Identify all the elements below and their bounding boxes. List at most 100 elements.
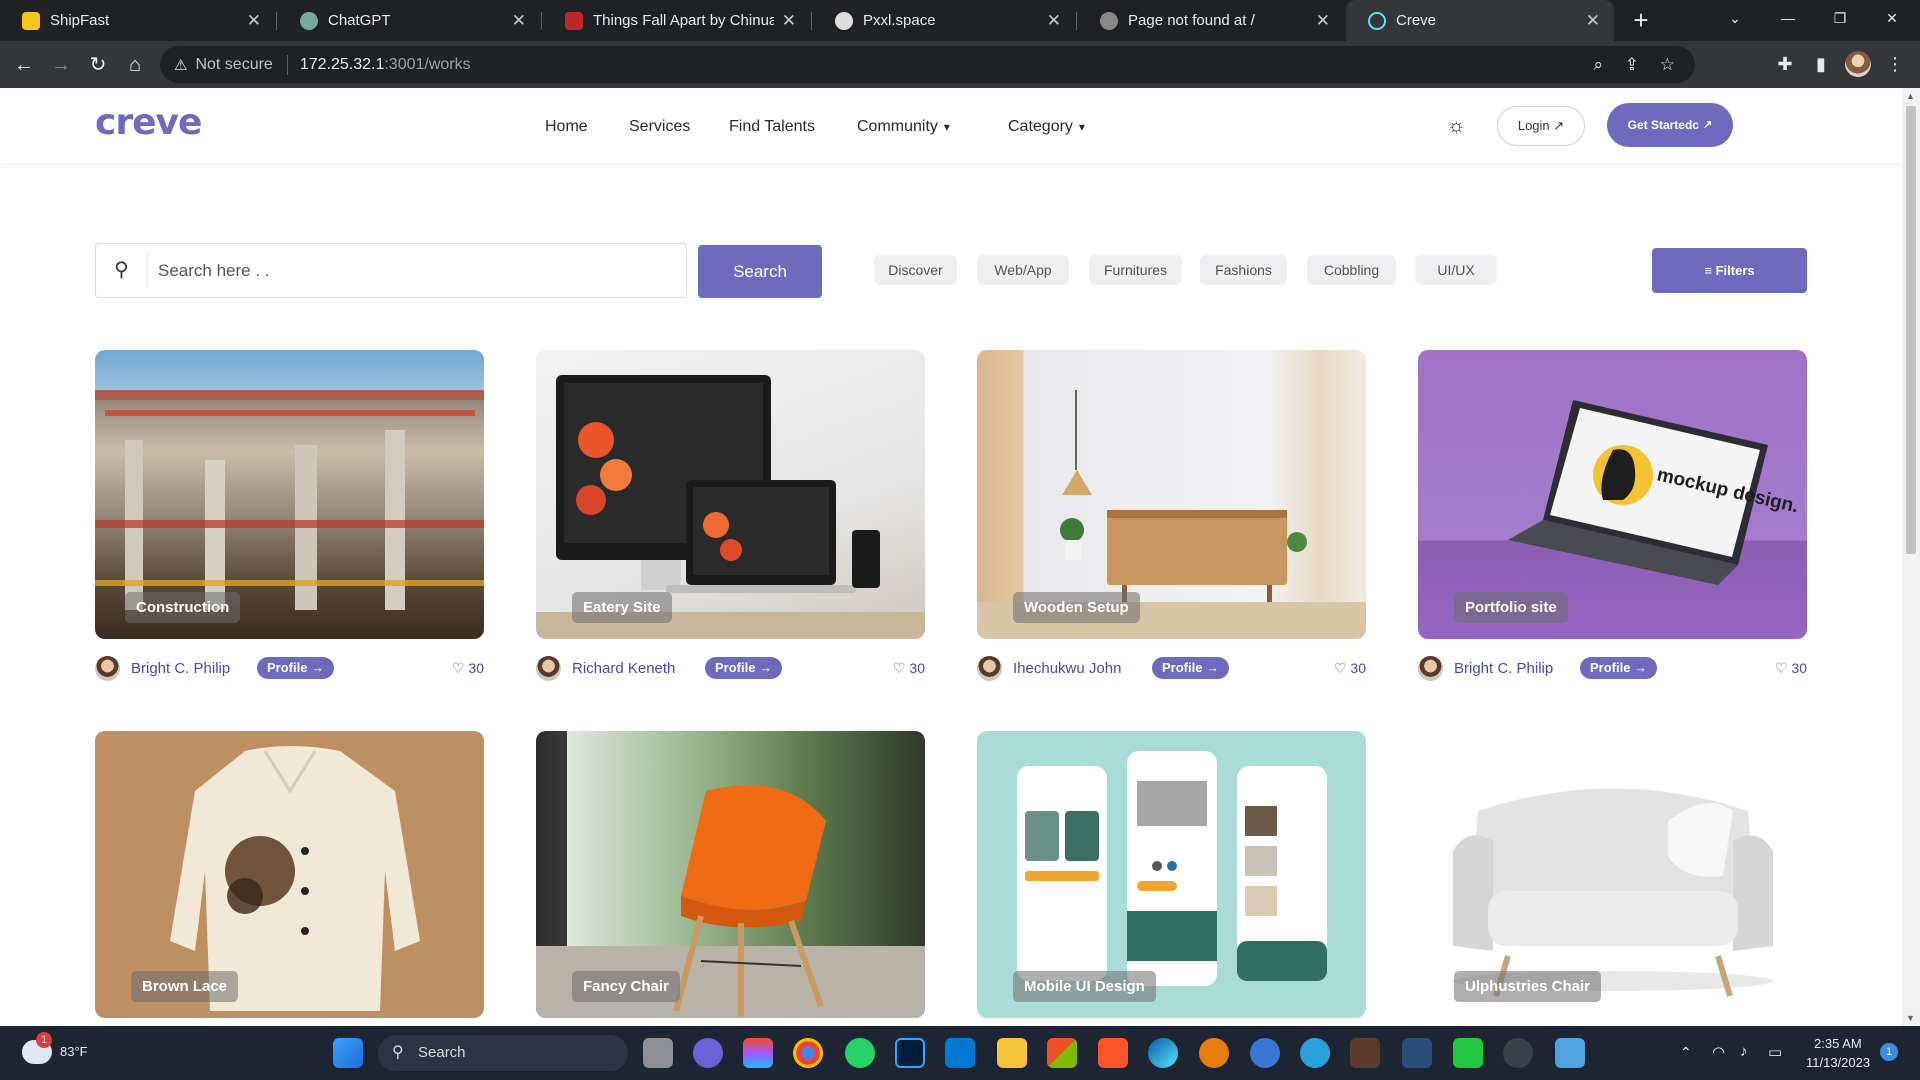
- nav-category[interactable]: Category ▾: [1008, 118, 1085, 136]
- blender-icon[interactable]: [1199, 1038, 1229, 1068]
- creve-logo[interactable]: creve: [95, 102, 202, 143]
- close-tab-icon[interactable]: ✕: [512, 11, 526, 31]
- theme-toggle-sun-icon[interactable]: ☼: [1447, 115, 1465, 138]
- search-input[interactable]: [148, 260, 648, 281]
- page-scrollbar[interactable]: ▲ ▼: [1902, 88, 1920, 1026]
- teams-chat-icon[interactable]: [693, 1038, 723, 1068]
- photoshop-icon[interactable]: [895, 1038, 925, 1068]
- taskbar-search[interactable]: ⚲ Search: [378, 1035, 628, 1071]
- windows-start-icon[interactable]: [333, 1038, 363, 1068]
- share-icon[interactable]: ⇪: [1625, 46, 1639, 83]
- browser-tab-shipfast[interactable]: ShipFast ✕: [0, 0, 275, 41]
- microsoft-store-icon[interactable]: [1047, 1038, 1077, 1068]
- home-icon[interactable]: ⌂: [119, 49, 151, 81]
- close-tab-icon[interactable]: ✕: [782, 11, 796, 31]
- clock-time[interactable]: 2:35 AM: [1814, 1036, 1862, 1051]
- work-image-construction[interactable]: Construction: [95, 350, 484, 639]
- work-image-fancy-chair[interactable]: Fancy Chair: [536, 731, 925, 1018]
- tab-search-chevron-icon[interactable]: ⌄: [1713, 0, 1757, 36]
- forward-arrow-icon[interactable]: →: [45, 49, 77, 81]
- security-label[interactable]: Not secure: [195, 56, 272, 74]
- login-button[interactable]: Login ↗: [1497, 106, 1585, 146]
- work-card[interactable]: Mobile UI Design: [977, 731, 1366, 1018]
- category-chip-ui-ux[interactable]: UI/UX: [1415, 255, 1497, 285]
- profile-button[interactable]: Profile →: [705, 657, 783, 679]
- get-started-button[interactable]: Get Startedc ↗: [1607, 103, 1733, 147]
- app-icon[interactable]: [1350, 1038, 1380, 1068]
- app-icon[interactable]: [1453, 1038, 1483, 1068]
- author-avatar[interactable]: [1418, 656, 1443, 681]
- close-window-button[interactable]: ✕: [1870, 0, 1914, 36]
- like-count[interactable]: ♡ 30: [452, 660, 484, 677]
- notification-count-badge[interactable]: 1: [1880, 1043, 1898, 1061]
- work-card[interactable]: Fancy Chair: [536, 731, 925, 1018]
- work-card[interactable]: Eatery Site Richard Keneth Profile → ♡ 3…: [536, 350, 925, 689]
- new-tab-button[interactable]: +: [1626, 6, 1656, 36]
- work-image-portfolio-site[interactable]: mockup design. Portfolio site: [1418, 350, 1807, 639]
- nav-community[interactable]: Community ▾: [857, 118, 950, 136]
- close-tab-icon[interactable]: ✕: [1047, 11, 1061, 31]
- warning-triangle-icon[interactable]: ⚠: [174, 56, 187, 74]
- work-card[interactable]: Ulphustries Chair: [1418, 731, 1807, 1018]
- back-arrow-icon[interactable]: ←: [8, 49, 40, 81]
- like-count[interactable]: ♡ 30: [1334, 660, 1366, 677]
- obs-icon[interactable]: [1503, 1038, 1533, 1068]
- zoom-magnifier-icon[interactable]: ⌕: [1593, 46, 1603, 83]
- work-card[interactable]: Wooden Setup Ihechukwu John Profile → ♡ …: [977, 350, 1366, 689]
- vscode-icon[interactable]: [945, 1038, 975, 1068]
- work-image-ulphustries-chair[interactable]: Ulphustries Chair: [1418, 731, 1807, 1018]
- profile-button[interactable]: Profile →: [1580, 657, 1658, 679]
- address-bar[interactable]: ⚠ Not secure 172.25.32.1 :3001/works ⌕ ⇪…: [160, 46, 1695, 83]
- author-name[interactable]: Bright C. Philip: [131, 660, 230, 677]
- nav-home[interactable]: Home: [545, 118, 588, 136]
- scrollbar-thumb[interactable]: [1906, 106, 1916, 554]
- search-button[interactable]: Search: [698, 245, 822, 298]
- figma-icon[interactable]: [743, 1038, 773, 1068]
- work-image-wooden-setup[interactable]: Wooden Setup: [977, 350, 1366, 639]
- reload-icon[interactable]: ↻: [82, 49, 114, 81]
- close-tab-icon[interactable]: ✕: [1316, 11, 1330, 31]
- category-chip-web-app[interactable]: Web/App: [977, 255, 1069, 285]
- category-chip-fashions[interactable]: Fashions: [1200, 255, 1287, 285]
- profile-button[interactable]: Profile →: [257, 657, 335, 679]
- brave-browser-icon[interactable]: [1098, 1038, 1128, 1068]
- work-card[interactable]: mockup design. Portfolio site Bright C. …: [1418, 350, 1807, 689]
- close-tab-icon[interactable]: ✕: [1586, 11, 1600, 31]
- scroll-up-arrow-icon[interactable]: ▲: [1906, 91, 1915, 101]
- close-tab-icon[interactable]: ✕: [247, 11, 261, 31]
- nav-services[interactable]: Services: [629, 118, 690, 136]
- author-name[interactable]: Bright C. Philip: [1454, 660, 1553, 677]
- like-count[interactable]: ♡ 30: [893, 660, 925, 677]
- category-chip-furnitures[interactable]: Furnitures: [1089, 255, 1182, 285]
- extensions-puzzle-icon[interactable]: ✚: [1770, 49, 1800, 79]
- browser-menu-kebab-icon[interactable]: ⋮: [1880, 49, 1910, 79]
- browser-tab-creve[interactable]: Creve ✕: [1346, 0, 1614, 41]
- volume-icon[interactable]: ♪: [1740, 1043, 1748, 1060]
- minimize-button[interactable]: —: [1766, 0, 1810, 36]
- scroll-down-arrow-icon[interactable]: ▼: [1906, 1013, 1915, 1023]
- maximize-button[interactable]: ❐: [1818, 0, 1862, 36]
- author-name[interactable]: Richard Keneth: [572, 660, 675, 677]
- browser-profile-avatar[interactable]: [1845, 51, 1871, 77]
- browser-tab-page-not-found[interactable]: Page not found at / ✕: [1078, 0, 1344, 41]
- like-count[interactable]: ♡ 30: [1775, 660, 1807, 677]
- work-image-brown-lace[interactable]: Brown Lace: [95, 731, 484, 1018]
- telegram-icon[interactable]: [1300, 1038, 1330, 1068]
- author-name[interactable]: Ihechukwu John: [1013, 660, 1121, 677]
- profile-button[interactable]: Profile →: [1152, 657, 1230, 679]
- browser-tab-chatgpt[interactable]: ChatGPT ✕: [278, 0, 540, 41]
- author-avatar[interactable]: [536, 656, 561, 681]
- category-chip-discover[interactable]: Discover: [874, 255, 957, 285]
- battery-icon[interactable]: ▭: [1768, 1043, 1782, 1061]
- app-icon[interactable]: [1250, 1038, 1280, 1068]
- tray-overflow-chevron-icon[interactable]: ⌃: [1680, 1044, 1692, 1061]
- weather-temperature[interactable]: 83°F: [60, 1044, 88, 1059]
- wifi-icon[interactable]: ◠: [1712, 1043, 1725, 1061]
- author-avatar[interactable]: [977, 656, 1002, 681]
- work-card[interactable]: Construction Bright C. Philip Profile → …: [95, 350, 484, 689]
- whatsapp-icon[interactable]: [845, 1038, 875, 1068]
- author-avatar[interactable]: [95, 656, 120, 681]
- notepad-icon[interactable]: [1555, 1038, 1585, 1068]
- browser-tab-pxxl[interactable]: Pxxl.space ✕: [813, 0, 1075, 41]
- app-icon[interactable]: [1402, 1038, 1432, 1068]
